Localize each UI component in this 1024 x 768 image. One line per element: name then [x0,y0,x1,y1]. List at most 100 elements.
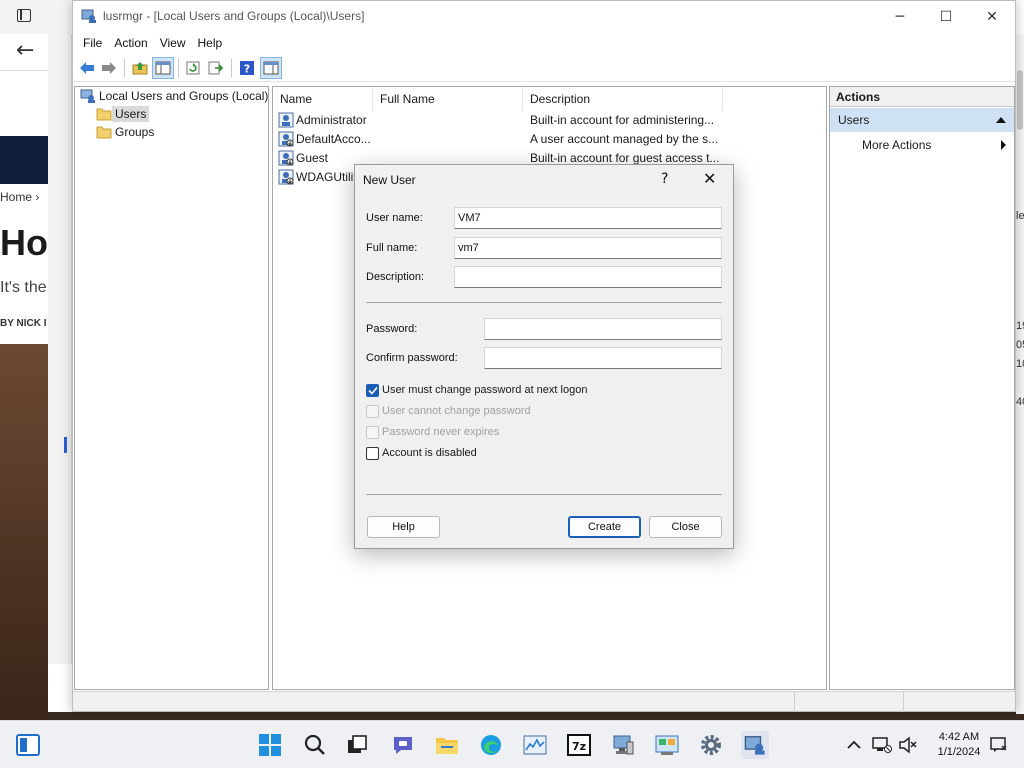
export-list-icon [208,61,224,75]
user-name-cell: Administrator [296,113,367,127]
clock-date: 1/1/2024 [937,746,981,758]
user-name-input[interactable] [454,207,722,229]
search-icon[interactable] [301,731,329,759]
checkbox-label: Account is disabled [382,447,477,459]
refresh-button[interactable] [182,57,204,79]
window-title: lusrmgr - [Local Users and Groups (Local… [103,9,365,23]
create-button[interactable]: Create [568,516,641,538]
article-breadcrumb[interactable]: Home › [0,190,39,204]
must-change-password-checkbox[interactable]: User must change password at next logon [366,382,587,398]
tree-item-users[interactable]: Users [96,105,150,123]
taskbar: 7z 4:42 AM 1/1/2024 [0,720,1024,768]
browser-scrollbar[interactable] [1017,70,1023,130]
computer-management-icon[interactable] [609,731,637,759]
volume-muted-icon[interactable] [896,731,920,759]
edge-text-fragment: le [1016,210,1024,222]
export-list-button[interactable] [205,57,227,79]
help-button[interactable]: ? [236,57,258,79]
user-disabled-icon [278,131,294,147]
close-button[interactable]: Close [649,516,722,538]
help-dialog-button[interactable]: Help [367,516,440,538]
new-user-dialog: New User ? ✕ User name: Full name: Descr… [354,164,734,549]
file-explorer-icon[interactable] [433,731,461,759]
edge-text-fragment: 10 [1016,358,1024,370]
dialog-separator [366,302,722,303]
table-row[interactable]: DefaultAcco... A user account managed by… [273,130,826,149]
tab-actions-icon[interactable] [17,9,31,22]
dialog-help-icon[interactable]: ? [661,171,668,187]
7zip-icon[interactable]: 7z [565,731,593,759]
maximize-button[interactable]: ☐ [923,1,969,32]
browser-side-panel-edge [48,34,72,664]
cannot-change-password-checkbox: User cannot change password [366,403,531,419]
back-button[interactable] [76,57,98,79]
site-header-band [0,136,48,184]
checkbox-label: User cannot change password [382,405,531,417]
minimize-button[interactable]: ─ [877,1,923,32]
edge-browser-icon[interactable] [477,731,505,759]
minimize-icon: ─ [895,8,905,25]
dialog-close-icon[interactable]: ✕ [703,169,716,188]
widgets-icon[interactable] [14,731,42,759]
notifications-icon[interactable] [988,731,1010,759]
article-heading: How [0,222,48,263]
start-windows-icon[interactable] [256,731,284,759]
console-tree-icon [155,61,171,75]
actions-pane: Actions Users More Actions [829,86,1015,690]
account-disabled-checkbox[interactable]: Account is disabled [366,445,477,461]
performance-monitor-icon[interactable] [521,731,549,759]
user-disabled-icon [278,169,294,185]
menu-action[interactable]: Action [108,32,153,54]
tree-root[interactable]: Local Users and Groups (Local) [80,87,271,105]
column-header-name[interactable]: Name [273,87,373,111]
browser-focus-marker [64,437,67,453]
checkbox-unchecked-icon[interactable] [366,446,379,460]
column-header-full-name[interactable]: Full Name [373,87,523,111]
users-app-icon [81,9,96,23]
toolbar-separator [124,59,125,77]
settings-gear-icon[interactable] [697,731,725,759]
window-titlebar[interactable]: lusrmgr - [Local Users and Groups (Local… [73,1,1015,32]
edge-text-fragment: 40 [1016,396,1024,408]
menu-file[interactable]: File [77,32,108,54]
up-one-level-button[interactable] [129,57,151,79]
close-window-button[interactable]: ✕ [969,1,1015,32]
column-header-description[interactable]: Description [523,87,723,111]
confirm-password-label: Confirm password: [366,352,458,364]
collapse-up-icon[interactable] [996,117,1006,123]
actions-section-users[interactable]: Users [830,108,1014,132]
taskbar-clock[interactable]: 4:42 AM 1/1/2024 [930,730,988,760]
show-hidden-icons-chevron-icon[interactable] [842,731,866,759]
network-icon[interactable] [870,731,894,759]
description-input[interactable] [454,266,722,288]
maximize-icon: ☐ [939,8,953,25]
toolbar-separator [178,59,179,77]
user-icon [278,112,294,128]
checkbox-checked-icon[interactable] [366,383,379,397]
computer-users-icon [80,89,95,103]
tree-item-label: Users [112,106,150,122]
table-row[interactable]: Administrator Built-in account for admin… [273,111,826,130]
user-description-cell: Built-in account for administering... [530,113,715,127]
menu-help[interactable]: Help [192,32,229,54]
show-hide-action-pane-button[interactable] [260,57,282,79]
tree-item-groups[interactable]: Groups [96,123,157,141]
lusrmgr-taskbar-icon[interactable] [741,731,769,759]
forward-button[interactable] [98,57,120,79]
full-name-input[interactable] [454,237,722,259]
action-pane-icon [263,61,279,75]
control-panel-icon[interactable] [653,731,681,759]
browser-back-icon[interactable]: ← [16,38,34,63]
menu-view[interactable]: View [154,32,192,54]
task-view-icon[interactable] [344,731,372,759]
close-icon: ✕ [986,8,998,25]
browser-tab-bar [0,0,72,34]
password-input[interactable] [484,318,722,340]
forward-arrow-icon [102,62,116,74]
action-more-actions[interactable]: More Actions [830,134,1014,156]
password-label: Password: [366,323,418,335]
show-hide-console-tree-button[interactable] [152,57,174,79]
actions-section-label: Users [838,113,870,127]
chat-icon[interactable] [389,731,417,759]
confirm-password-input[interactable] [484,347,722,369]
